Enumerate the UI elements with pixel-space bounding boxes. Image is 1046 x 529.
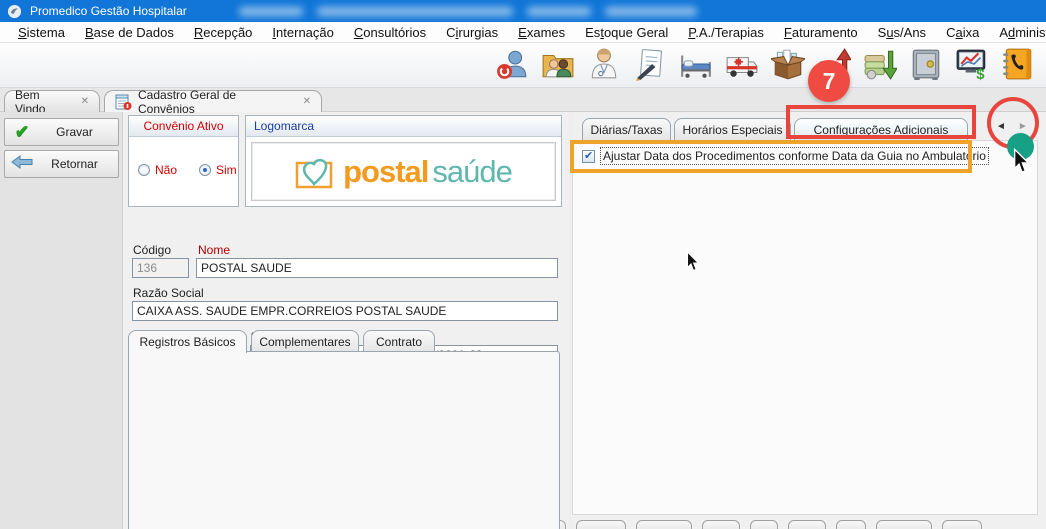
menu-item-cirurgias[interactable]: Cirurgias bbox=[436, 25, 508, 40]
title-bar: Promedico Gestão Hospitalar bbox=[0, 0, 1046, 22]
window-title: Promedico Gestão Hospitalar bbox=[30, 4, 187, 18]
toolbar: $ bbox=[0, 43, 1046, 88]
tab-cadastro-convenios[interactable]: Cadastro Geral de Convênios ✕ bbox=[104, 90, 322, 112]
tab-label: Cadastro Geral de Convênios bbox=[138, 88, 295, 116]
menu-item-estoque-geral[interactable]: Estoque Geral bbox=[575, 25, 678, 40]
gravar-button[interactable]: ✔ Gravar bbox=[4, 118, 119, 146]
envelope-heart-icon bbox=[295, 155, 339, 189]
brand-saude: saúde bbox=[432, 154, 511, 190]
annotation-cursor bbox=[1013, 148, 1030, 174]
bottom-tab-stub[interactable] bbox=[576, 520, 626, 529]
cash-down-icon[interactable] bbox=[861, 47, 898, 84]
postal-saude-logo: postalsaúde bbox=[251, 142, 556, 201]
menu-item-caixa[interactable]: Caixa bbox=[936, 25, 989, 40]
tab-contrato[interactable]: Contrato bbox=[363, 330, 435, 352]
tab-diarias-taxas[interactable]: Diárias/Taxas bbox=[582, 118, 671, 140]
ambulance-icon[interactable] bbox=[723, 47, 760, 84]
radio-icon bbox=[199, 164, 211, 176]
nome-label: Nome bbox=[198, 243, 230, 257]
bottom-tab-stub[interactable] bbox=[836, 520, 866, 529]
step-7-badge: 7 bbox=[808, 60, 850, 102]
orange-highlight-rectangle bbox=[570, 140, 972, 173]
codigo-label: Código bbox=[133, 243, 171, 257]
convenio-form-panel: Convênio Ativo Não Sim Logomarca pos bbox=[123, 112, 570, 529]
menu-item-administra-o[interactable]: Administração bbox=[989, 25, 1046, 40]
menu-item-exames[interactable]: Exames bbox=[508, 25, 575, 40]
phone-book-icon[interactable] bbox=[999, 47, 1036, 84]
app-icon bbox=[7, 4, 22, 19]
bottom-tab-stub[interactable] bbox=[942, 520, 982, 529]
menu-bar: SistemaBase de DadosRecepçãoInternaçãoCo… bbox=[0, 22, 1046, 43]
finance-chart-icon[interactable]: $ bbox=[953, 47, 990, 84]
hospital-bed-icon[interactable] bbox=[677, 47, 714, 84]
bottom-tab-stub[interactable] bbox=[750, 520, 778, 529]
tab-complementares[interactable]: Complementares bbox=[251, 330, 359, 352]
bottom-tab-stub[interactable] bbox=[876, 520, 932, 529]
radio-nao[interactable]: Não bbox=[138, 163, 177, 177]
bottom-tab-stub[interactable] bbox=[788, 520, 826, 529]
radio-icon bbox=[138, 164, 150, 176]
convenio-doc-icon bbox=[115, 94, 132, 110]
safe-icon[interactable] bbox=[907, 47, 944, 84]
bottom-tab-stub[interactable] bbox=[636, 520, 692, 529]
razao-social-label: Razão Social bbox=[133, 286, 204, 300]
codigo-input bbox=[132, 258, 189, 278]
tab-registros-basicos[interactable]: Registros Básicos bbox=[128, 330, 247, 353]
tab-horarios-especiais[interactable]: Horários Especiais bbox=[674, 118, 791, 140]
logomarca-title: Logomarca bbox=[246, 116, 561, 137]
right-config-panel: Diárias/Taxas Horários Especiais Configu… bbox=[571, 112, 1046, 529]
contract-icon[interactable] bbox=[631, 47, 668, 84]
redacted-version-info bbox=[239, 7, 697, 16]
red-highlight-rectangle bbox=[786, 105, 976, 139]
arrow-left-icon bbox=[5, 154, 39, 174]
stock-box-icon[interactable] bbox=[769, 47, 806, 84]
menu-item-p-a-terapias[interactable]: P.A./Terapias bbox=[678, 25, 774, 40]
application-window: Promedico Gestão Hospitalar SistemaBase … bbox=[0, 0, 1046, 529]
user-sync-icon[interactable] bbox=[493, 47, 530, 84]
bottom-tab-stub[interactable] bbox=[702, 520, 740, 529]
left-sidebar: ✔ Gravar Retornar bbox=[0, 112, 123, 529]
menu-item-sistema[interactable]: Sistema bbox=[8, 25, 75, 40]
close-icon[interactable]: ✕ bbox=[303, 96, 311, 107]
convenio-ativo-title: Convênio Ativo bbox=[129, 116, 238, 137]
tab-bem-vindo[interactable]: Bem Vindo ✕ bbox=[4, 90, 100, 112]
brand-postal: postal bbox=[343, 154, 428, 190]
close-icon[interactable]: ✕ bbox=[81, 96, 89, 107]
registros-basicos-content bbox=[128, 351, 560, 529]
menu-item-consult-rios[interactable]: Consultórios bbox=[344, 25, 436, 40]
menu-item-recep-o[interactable]: Recepção bbox=[184, 25, 263, 40]
retornar-button[interactable]: Retornar bbox=[4, 150, 119, 178]
menu-item-base-de-dados[interactable]: Base de Dados bbox=[75, 25, 184, 40]
razao-social-input[interactable] bbox=[132, 301, 558, 321]
mouse-cursor bbox=[686, 251, 700, 272]
menu-item-faturamento[interactable]: Faturamento bbox=[774, 25, 868, 40]
nome-input[interactable] bbox=[196, 258, 558, 278]
radio-sim[interactable]: Sim bbox=[199, 163, 237, 177]
logomarca-group: Logomarca postalsaúde bbox=[245, 115, 562, 207]
menu-item-sus-ans[interactable]: Sus/Ans bbox=[868, 25, 936, 40]
doctor-icon[interactable] bbox=[585, 47, 622, 84]
patients-folder-icon[interactable] bbox=[539, 47, 576, 84]
svg-text:$: $ bbox=[976, 66, 985, 80]
config-adicionais-content bbox=[572, 140, 1038, 515]
check-icon: ✔ bbox=[5, 122, 39, 142]
convenio-ativo-group: Convênio Ativo Não Sim bbox=[128, 115, 239, 207]
menu-item-interna-o[interactable]: Internação bbox=[262, 25, 343, 40]
